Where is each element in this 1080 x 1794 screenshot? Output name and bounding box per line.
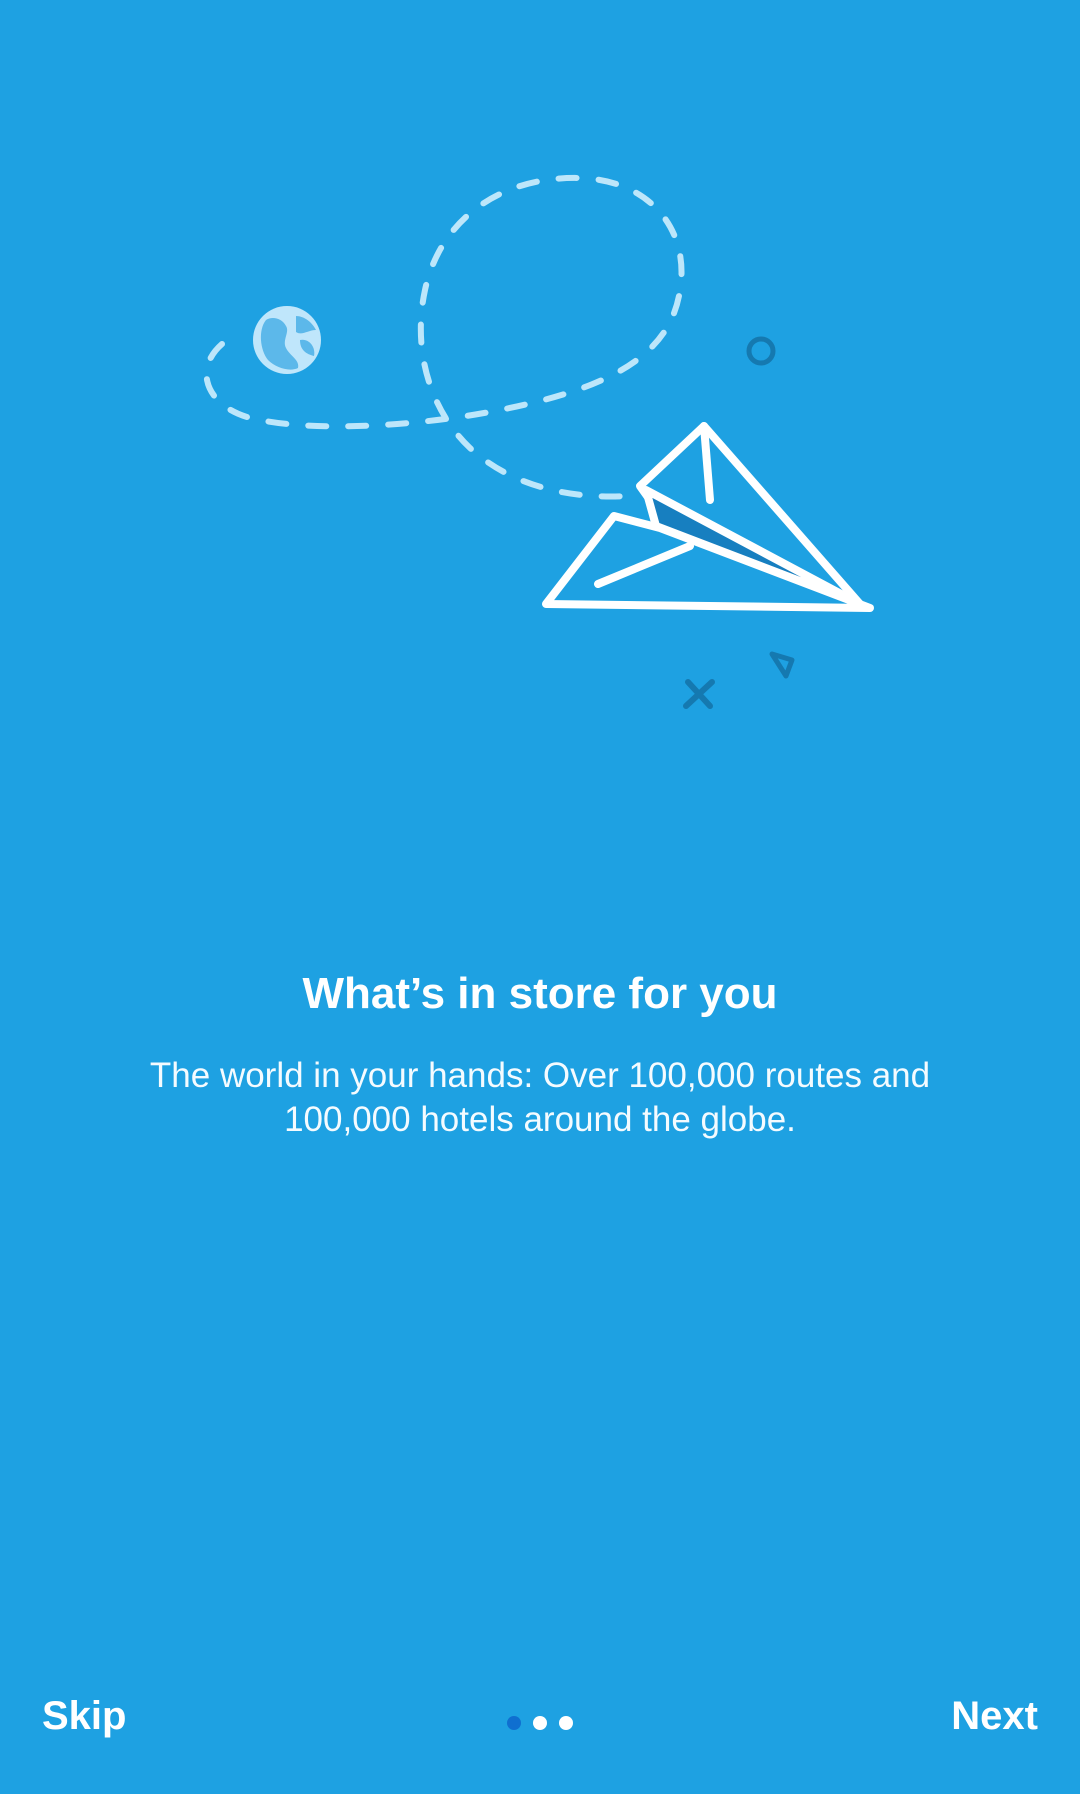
page-indicator-dot-1[interactable] <box>507 1716 521 1730</box>
triangle-shape <box>769 651 795 679</box>
ring-shape <box>746 336 776 366</box>
globe-icon <box>253 306 321 374</box>
paper-plane-globe-illustration <box>203 174 874 709</box>
next-button[interactable]: Next <box>945 1684 1044 1749</box>
cross-shape <box>683 679 715 709</box>
onboarding-description: The world in your hands: Over 100,000 ro… <box>149 1056 931 1139</box>
page-indicator-dot-3[interactable] <box>559 1716 573 1730</box>
onboarding-bottom-bar: Skip Next <box>0 1654 1080 1794</box>
onboarding-screen: What’s in store for you The world in you… <box>0 0 1080 1794</box>
page-indicator-dot-2[interactable] <box>533 1716 547 1730</box>
paper-plane-icon <box>542 422 874 612</box>
onboarding-title: What’s in store for you <box>302 969 778 1018</box>
page-indicator <box>0 1716 1080 1730</box>
